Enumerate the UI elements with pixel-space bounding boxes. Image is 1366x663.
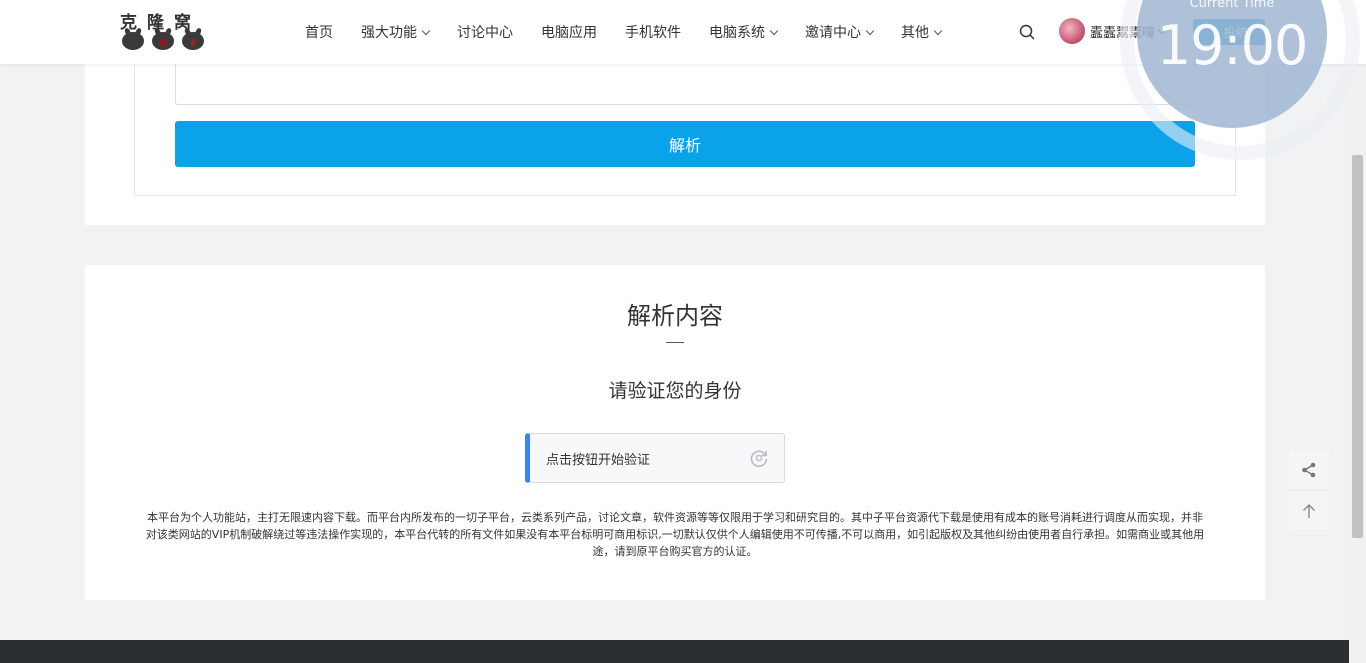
avatar xyxy=(1059,18,1085,44)
chevron-down-icon xyxy=(865,26,875,35)
chevron-down-icon xyxy=(933,26,943,35)
nav-label: 首页 xyxy=(305,25,333,41)
site-logo[interactable]: 克隆窝 xyxy=(120,8,210,56)
nav-item-features[interactable]: 强大功能 xyxy=(361,22,431,42)
title-divider xyxy=(666,342,684,343)
nav-item-other[interactable]: 其他 xyxy=(901,22,943,42)
verify-label: 点击按钮开始验证 xyxy=(546,452,651,468)
nav-item-mobile-apps[interactable]: 手机软件 xyxy=(625,22,681,42)
nav-item-pc-apps[interactable]: 电脑应用 xyxy=(541,22,597,42)
search-icon[interactable] xyxy=(1019,24,1035,40)
scrollbar-thumb[interactable] xyxy=(1352,155,1363,538)
back-to-top-icon xyxy=(1303,503,1315,518)
main-nav: 首页 强大功能 讨论中心 电脑应用 手机软件 电脑系统 邀请中心 其他 xyxy=(305,0,969,64)
nav-label: 电脑系统 xyxy=(709,25,765,41)
nav-item-invite[interactable]: 邀请中心 xyxy=(805,22,875,42)
share-icon xyxy=(1302,462,1316,478)
nav-label: 其他 xyxy=(901,25,929,41)
nav-item-home[interactable]: 首页 xyxy=(305,22,333,42)
verify-prompt: 请验证您的身份 xyxy=(608,380,742,402)
nav-label: 电脑应用 xyxy=(541,25,597,41)
share-button[interactable] xyxy=(1289,450,1329,490)
nav-label: 手机软件 xyxy=(625,25,681,41)
nav-item-forum[interactable]: 讨论中心 xyxy=(457,22,513,42)
nav-label: 强大功能 xyxy=(361,25,417,41)
side-toolbar xyxy=(1289,450,1329,530)
nav-label: 讨论中心 xyxy=(457,25,513,41)
clock-label: Current Time xyxy=(1189,0,1275,11)
logo-mouse-icon xyxy=(182,32,204,50)
site-footer xyxy=(0,640,1349,663)
nav-label: 邀请中心 xyxy=(805,25,861,41)
chevron-down-icon xyxy=(769,26,779,35)
parse-button[interactable]: 解析 xyxy=(175,121,1195,167)
logo-mouse-icon xyxy=(122,32,144,50)
nav-item-pc-systems[interactable]: 电脑系统 xyxy=(709,22,779,42)
result-card: 解析内容 请验证您的身份 点击按钮开始验证 本平台为个人功能站，主打无限速内容下… xyxy=(85,265,1265,600)
disclaimer-text: 本平台为个人功能站，主打无限速内容下载。而平台内所发布的一切子平台，云类系列产品… xyxy=(145,511,1205,558)
logo-mouse-icon xyxy=(152,32,174,50)
back-to-top-button[interactable] xyxy=(1289,490,1329,530)
result-title: 解析内容 xyxy=(627,302,723,330)
chevron-down-icon xyxy=(421,26,431,35)
refresh-icon xyxy=(750,450,768,468)
verify-button[interactable]: 点击按钮开始验证 xyxy=(525,433,785,483)
clock-time: 19:00 xyxy=(1156,14,1309,77)
